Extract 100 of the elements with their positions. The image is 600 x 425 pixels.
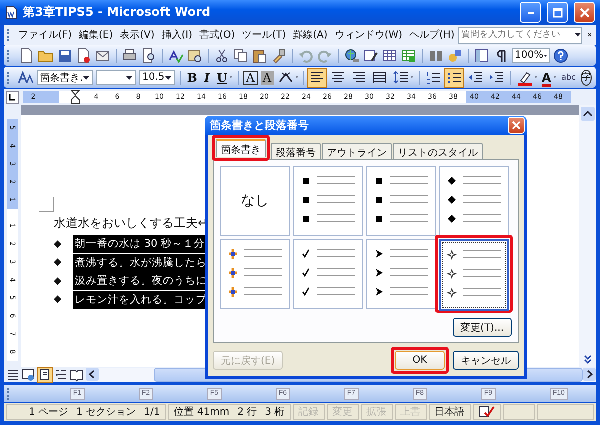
caret-icon[interactable] [554,76,557,79]
status-panel [536,404,594,420]
pen-table-icon[interactable] [363,48,379,64]
caret-icon [164,76,172,80]
minimize-button[interactable] [520,2,541,23]
caret-icon[interactable] [534,76,537,79]
tab[interactable]: リストのスタイル [393,143,483,159]
bullet-style-option[interactable] [366,166,436,236]
zoom-dropdown[interactable]: 100% [512,48,550,63]
style-dropdown[interactable]: 箇条書き. [36,70,93,85]
scroll-right-icon[interactable] [583,368,596,381]
dialog-title: 箇条書きと段落番号 [210,118,309,133]
customize-button[interactable]: 変更(T)... [452,318,512,337]
web-view-icon[interactable] [22,368,36,382]
close-button[interactable] [574,2,595,23]
reading-view-icon[interactable] [70,368,84,382]
status-text: 日本語 [434,406,465,419]
ok-button[interactable]: OK [395,351,445,370]
scroll-up-icon[interactable] [580,107,594,121]
caret-icon [575,33,582,37]
caret-icon [544,54,547,58]
outline-view-icon[interactable] [54,368,68,382]
print-icon[interactable] [122,48,138,64]
menu-item[interactable]: 編集(E) [75,28,117,42]
line-spacing-icon[interactable] [392,68,410,86]
character-border-button[interactable]: A [243,70,258,84]
normal-view-icon[interactable] [6,368,20,382]
list-item-text: レモン汁を入れる。コップ [73,290,205,309]
font-size-dropdown[interactable]: 10.5 [139,70,175,85]
menu-item[interactable]: ファイル(F) [14,28,76,42]
list-item-text: 汲み置きする。夜のうちに [73,272,205,290]
status-text: 1/1 [144,406,160,418]
tab[interactable]: 段落番号 [271,143,321,159]
spreadsheet-icon[interactable] [401,48,417,64]
underline-button[interactable]: U [214,68,230,86]
status-text: 1 セクション [76,406,136,419]
paste-icon[interactable] [252,48,268,64]
copy-icon[interactable] [233,48,249,64]
window-title: 第3章TIPS5 - Microsoft Word [23,4,211,21]
menu-item[interactable]: 罫線(A) [290,28,332,42]
character-shading-button[interactable]: A [260,70,274,84]
cut-icon[interactable] [214,48,230,64]
vertical-scrollbar[interactable] [579,105,596,367]
bullet-style-option[interactable]: なし [220,166,290,236]
menu-item[interactable]: ヘルプ(H) [406,28,458,42]
close-icon[interactable] [588,31,592,39]
list-item-text: 煮沸する。水が沸騰したら [73,254,205,272]
minimize-icon [528,12,534,14]
font-color-button[interactable]: A [540,68,554,86]
save-icon[interactable] [57,48,73,64]
new-document-icon[interactable] [19,48,35,64]
align-left-icon[interactable] [308,68,326,86]
bold-button[interactable]: B [185,68,200,86]
help-icon[interactable] [553,48,569,64]
status-text: 3 桁 [265,406,285,419]
list-item-text: 朝一番の水は 30 秒～１分 [73,235,205,254]
document-icon [5,6,19,20]
status-text: 位置 41mm [174,406,230,419]
research-icon[interactable] [187,48,203,64]
status-panel [502,404,535,420]
caret-icon [126,76,134,80]
tab-selector-icon[interactable] [6,90,19,104]
document-lock-icon[interactable] [76,48,92,64]
indent-marker-icon[interactable] [71,90,80,104]
phonetic-guide-button[interactable]: abc [560,68,578,86]
enclose-characters-button[interactable]: 字 [581,70,592,86]
menu-item[interactable]: ウィンドウ(W) [331,28,406,42]
maximize-icon [552,8,562,18]
shapes-icon[interactable] [447,48,463,64]
print-preview-icon[interactable] [141,48,157,64]
caret-icon[interactable] [296,76,298,79]
bullets-icon[interactable] [445,68,464,86]
cancel-button[interactable]: キャンセル [453,351,519,370]
menu-item[interactable]: ツール(T) [238,28,290,42]
scroll-left-icon[interactable] [86,368,99,381]
crop-mark [39,197,55,213]
italic-button[interactable]: I [202,68,212,86]
table-icon[interactable] [382,48,398,64]
bullet-style-option[interactable] [293,166,363,236]
menu-item[interactable]: 挿入(I) [158,28,196,42]
hyperlink-icon[interactable] [344,48,360,64]
caret-icon[interactable] [230,76,233,79]
bullet: ◆ [54,294,63,306]
styles-icon[interactable] [18,70,34,86]
spellcheck-status-icon [478,406,495,418]
menu-item[interactable]: 書式(O) [196,28,239,42]
paintbrush-icon[interactable] [271,48,287,64]
document-map-icon[interactable] [474,48,490,64]
close-icon [512,121,521,130]
menu-item[interactable]: 表示(V) [116,28,158,42]
caret-icon[interactable] [411,76,414,79]
maximize-button[interactable] [547,2,568,23]
tab[interactable]: アウトライン [322,143,392,159]
font-dropdown[interactable] [96,70,136,85]
caret-icon [83,76,90,80]
status-text: 2 行 [238,406,258,419]
tab[interactable]: 箇条書き [216,139,266,157]
status-text: 1 ページ [29,406,69,419]
print-layout-icon[interactable] [38,368,52,382]
close-button[interactable] [508,117,525,134]
